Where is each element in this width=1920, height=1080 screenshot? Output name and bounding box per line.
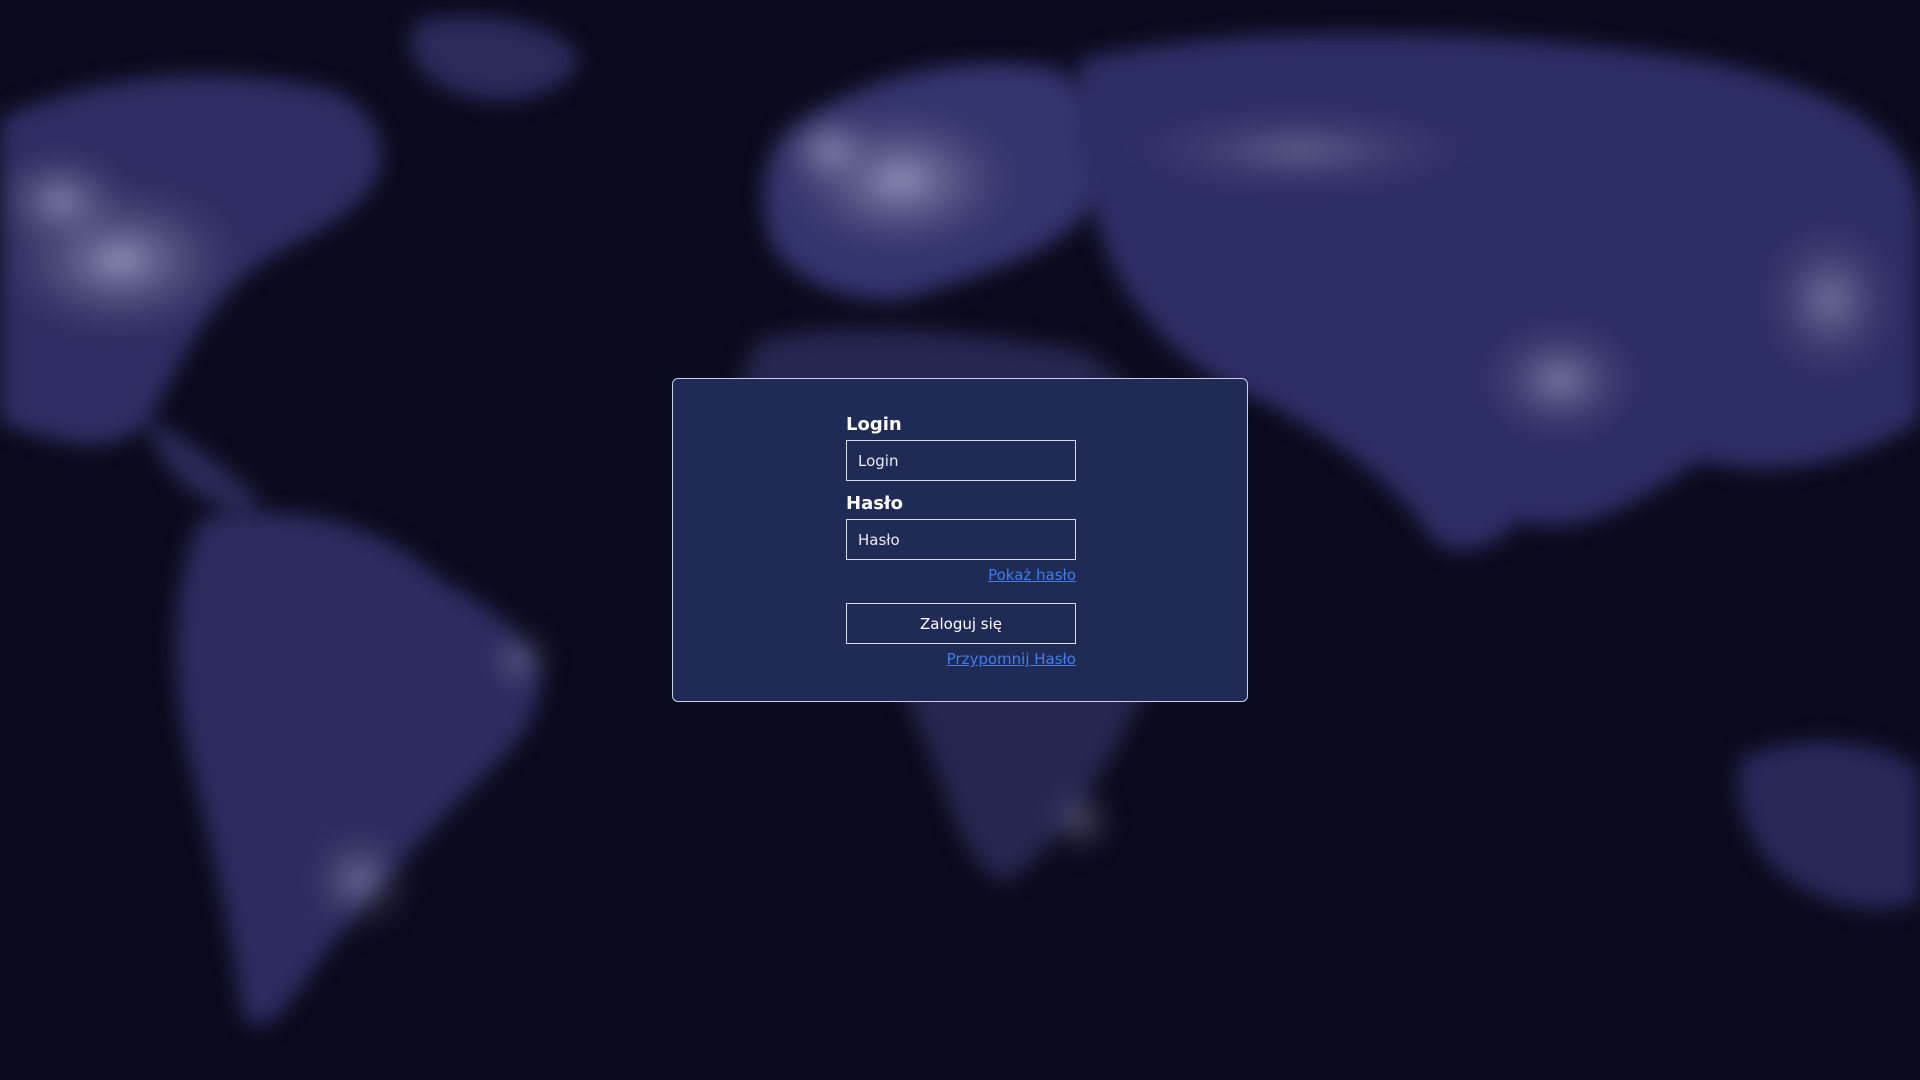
show-password-row: Pokaż hasło: [846, 565, 1076, 585]
show-password-link[interactable]: Pokaż hasło: [988, 566, 1076, 584]
login-card: Login Hasło Pokaż hasło Zaloguj się Przy…: [672, 378, 1248, 702]
login-form: Login Hasło Pokaż hasło Zaloguj się Przy…: [846, 414, 1076, 669]
password-input[interactable]: [846, 519, 1076, 560]
remind-password-link[interactable]: Przypomnij Hasło: [947, 650, 1076, 668]
remind-password-row: Przypomnij Hasło: [846, 649, 1076, 669]
login-label: Login: [846, 414, 902, 435]
password-label: Hasło: [846, 493, 903, 514]
login-input[interactable]: [846, 440, 1076, 481]
login-button[interactable]: Zaloguj się: [846, 603, 1076, 644]
